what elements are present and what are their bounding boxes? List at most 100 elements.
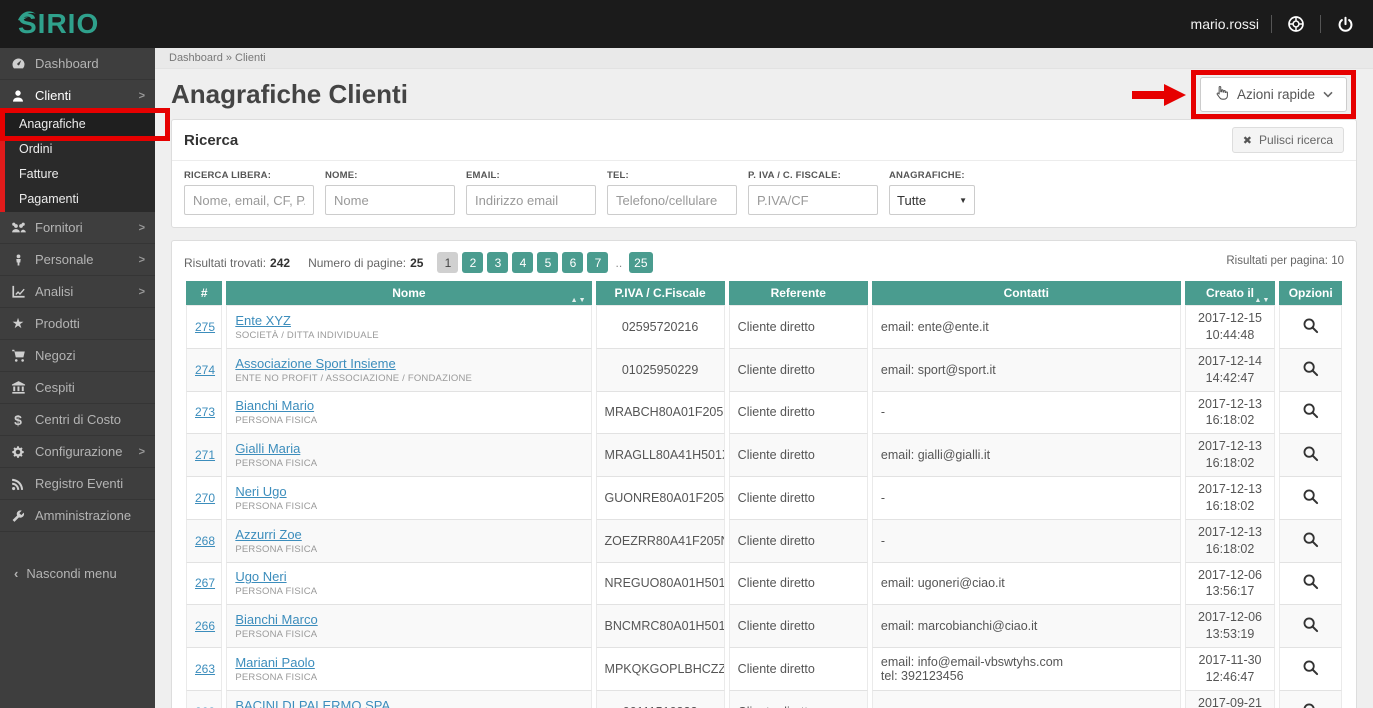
row-search-icon[interactable] bbox=[1302, 531, 1319, 548]
row-search-icon[interactable] bbox=[1302, 402, 1319, 419]
hand-pointer-icon bbox=[1214, 85, 1229, 104]
clear-search-button[interactable]: ✖ Pulisci ricerca bbox=[1231, 127, 1344, 153]
sort-icon[interactable]: ▲▼ bbox=[1255, 297, 1271, 304]
sidebar-item-clienti[interactable]: Clienti > bbox=[0, 80, 155, 112]
help-lifering-icon[interactable] bbox=[1284, 12, 1308, 36]
sidebar-item-label: Negozi bbox=[35, 348, 76, 363]
contatti-cell: email: sport@sport.it bbox=[871, 348, 1181, 392]
client-name-link[interactable]: Neri Ugo bbox=[235, 484, 286, 499]
table-row: 274 Associazione Sport Insieme ENTE NO PR… bbox=[186, 348, 1342, 392]
client-name-link[interactable]: Bianchi Mario bbox=[235, 398, 314, 413]
field-label: ANAGRAFICHE: bbox=[889, 170, 965, 181]
client-name-link[interactable]: Azzurri Zoe bbox=[235, 527, 301, 542]
row-search-icon[interactable] bbox=[1302, 488, 1319, 505]
row-id-link[interactable]: 263 bbox=[195, 662, 215, 676]
client-name-link[interactable]: Ente XYZ bbox=[235, 313, 291, 328]
row-id-link[interactable]: 266 bbox=[195, 619, 215, 633]
row-id-link[interactable]: 274 bbox=[195, 363, 215, 377]
sidebar-item-anagrafiche[interactable]: Anagrafiche bbox=[0, 108, 170, 141]
sidebar-item-prodotti[interactable]: ★ Prodotti bbox=[0, 308, 155, 340]
breadcrumb[interactable]: Dashboard » Clienti bbox=[155, 48, 1373, 69]
quick-actions-button[interactable]: Azioni rapide bbox=[1199, 77, 1347, 112]
sidebar-item-centri-di-costo[interactable]: $ Centri di Costo bbox=[0, 404, 155, 436]
row-id-link[interactable]: 271 bbox=[195, 448, 215, 462]
client-name-link[interactable]: Bianchi Marco bbox=[235, 612, 317, 627]
table-row: 270 Neri Ugo PERSONA FISICA GUONRE80A01F2… bbox=[186, 477, 1342, 520]
hide-menu-button[interactable]: ‹ Nascondi menu bbox=[0, 556, 155, 591]
row-search-icon[interactable] bbox=[1302, 659, 1319, 676]
sidebar-item-cespiti[interactable]: Cespiti bbox=[0, 372, 155, 404]
page-button-25[interactable]: 25 bbox=[629, 252, 653, 273]
phone-input[interactable] bbox=[607, 185, 737, 215]
sidebar-item-registro-eventi[interactable]: Registro Eventi bbox=[0, 468, 155, 500]
row-search-icon[interactable] bbox=[1302, 445, 1319, 462]
rss-icon bbox=[10, 477, 26, 491]
piva-cell: MPKQKGOPLBHCZZYL bbox=[595, 648, 725, 691]
client-name-link[interactable]: Gialli Maria bbox=[235, 441, 300, 456]
row-id-link[interactable]: 270 bbox=[195, 491, 215, 505]
row-search-icon[interactable] bbox=[1302, 702, 1319, 708]
bank-icon bbox=[10, 380, 26, 395]
name-input[interactable] bbox=[325, 185, 455, 215]
contatti-cell: email: info@email-vbswtyhs.com tel: 39212… bbox=[871, 648, 1181, 691]
sidebar-item-label: Fatture bbox=[19, 167, 59, 181]
sidebar-item-fatture[interactable]: Fatture bbox=[5, 162, 155, 187]
sidebar-item-fornitori[interactable]: Fornitori > bbox=[0, 212, 155, 244]
client-name-link[interactable]: BACINI DI PALERMO SPA bbox=[235, 698, 390, 708]
sort-icon[interactable]: ▲▼ bbox=[571, 297, 587, 304]
field-label: NOME: bbox=[325, 170, 358, 181]
page-button-4[interactable]: 4 bbox=[512, 252, 534, 273]
created-cell: 2017-12-06 13:53:19 bbox=[1184, 605, 1276, 648]
client-name-link[interactable]: Ugo Neri bbox=[235, 569, 286, 584]
dollar-icon: $ bbox=[14, 411, 22, 428]
row-search-icon[interactable] bbox=[1302, 317, 1319, 334]
page-button-7[interactable]: 7 bbox=[587, 252, 609, 273]
client-name-link[interactable]: Associazione Sport Insieme bbox=[235, 356, 395, 371]
page-button-5[interactable]: 5 bbox=[537, 252, 559, 273]
row-id-link[interactable]: 273 bbox=[195, 405, 215, 419]
sidebar-item-label: Amministrazione bbox=[35, 508, 132, 523]
row-search-icon[interactable] bbox=[1302, 616, 1319, 633]
page-title: Anagrafiche Clienti bbox=[171, 79, 408, 110]
chevron-right-icon: > bbox=[138, 89, 145, 102]
col-header-label: Nome bbox=[392, 286, 426, 300]
sidebar-item-amministrazione[interactable]: Amministrazione bbox=[0, 500, 155, 532]
dashboard-gauge-icon bbox=[10, 56, 26, 71]
client-name-link[interactable]: Mariani Paolo bbox=[235, 655, 315, 670]
col-header-creato[interactable]: Creato il ▲▼ bbox=[1184, 281, 1276, 305]
logout-power-icon[interactable] bbox=[1333, 12, 1357, 36]
results-found-label: Risultati trovati: bbox=[184, 255, 267, 270]
referente-cell: Cliente diretto bbox=[728, 562, 868, 606]
row-id-link[interactable]: 275 bbox=[195, 320, 215, 334]
row-id-link[interactable]: 268 bbox=[195, 534, 215, 548]
sidebar-item-pagamenti[interactable]: Pagamenti bbox=[5, 187, 155, 212]
col-header-nome[interactable]: Nome ▲▼ bbox=[226, 281, 592, 305]
row-id-link[interactable]: 262 bbox=[195, 705, 215, 708]
selected-value: Tutte bbox=[897, 192, 927, 208]
page-button-1[interactable]: 1 bbox=[437, 252, 459, 273]
gear-icon bbox=[10, 445, 26, 459]
sidebar-item-dashboard[interactable]: Dashboard bbox=[0, 48, 155, 80]
sidebar-item-ordini[interactable]: Ordini bbox=[5, 137, 155, 162]
sidebar-item-personale[interactable]: Personale > bbox=[0, 244, 155, 276]
row-id-link[interactable]: 267 bbox=[195, 576, 215, 590]
page-button-3[interactable]: 3 bbox=[487, 252, 509, 273]
sirio-logo[interactable]: SIRIO bbox=[0, 10, 99, 38]
email-input[interactable] bbox=[466, 185, 596, 215]
sidebar-item-configurazione[interactable]: Configurazione > bbox=[0, 436, 155, 468]
anagrafiche-select[interactable]: Tutte ▼ bbox=[889, 185, 975, 215]
table-row: 268 Azzurri Zoe PERSONA FISICA ZOEZRR80A4… bbox=[186, 519, 1342, 563]
sidebar-item-label: Cespiti bbox=[35, 380, 75, 395]
hide-menu-label: Nascondi menu bbox=[26, 566, 117, 581]
chevron-down-icon bbox=[1323, 91, 1333, 98]
sidebar-item-analisi[interactable]: Analisi > bbox=[0, 276, 155, 308]
sidebar-item-negozi[interactable]: Negozi bbox=[0, 340, 155, 372]
page-button-2[interactable]: 2 bbox=[462, 252, 484, 273]
username[interactable]: mario.rossi bbox=[1191, 16, 1259, 32]
row-search-icon[interactable] bbox=[1302, 360, 1319, 377]
piva-input[interactable] bbox=[748, 185, 878, 215]
piva-cell: MRABCH80A01F205O bbox=[595, 391, 725, 435]
free-search-input[interactable] bbox=[184, 185, 314, 215]
page-button-6[interactable]: 6 bbox=[562, 252, 584, 273]
row-search-icon[interactable] bbox=[1302, 573, 1319, 590]
